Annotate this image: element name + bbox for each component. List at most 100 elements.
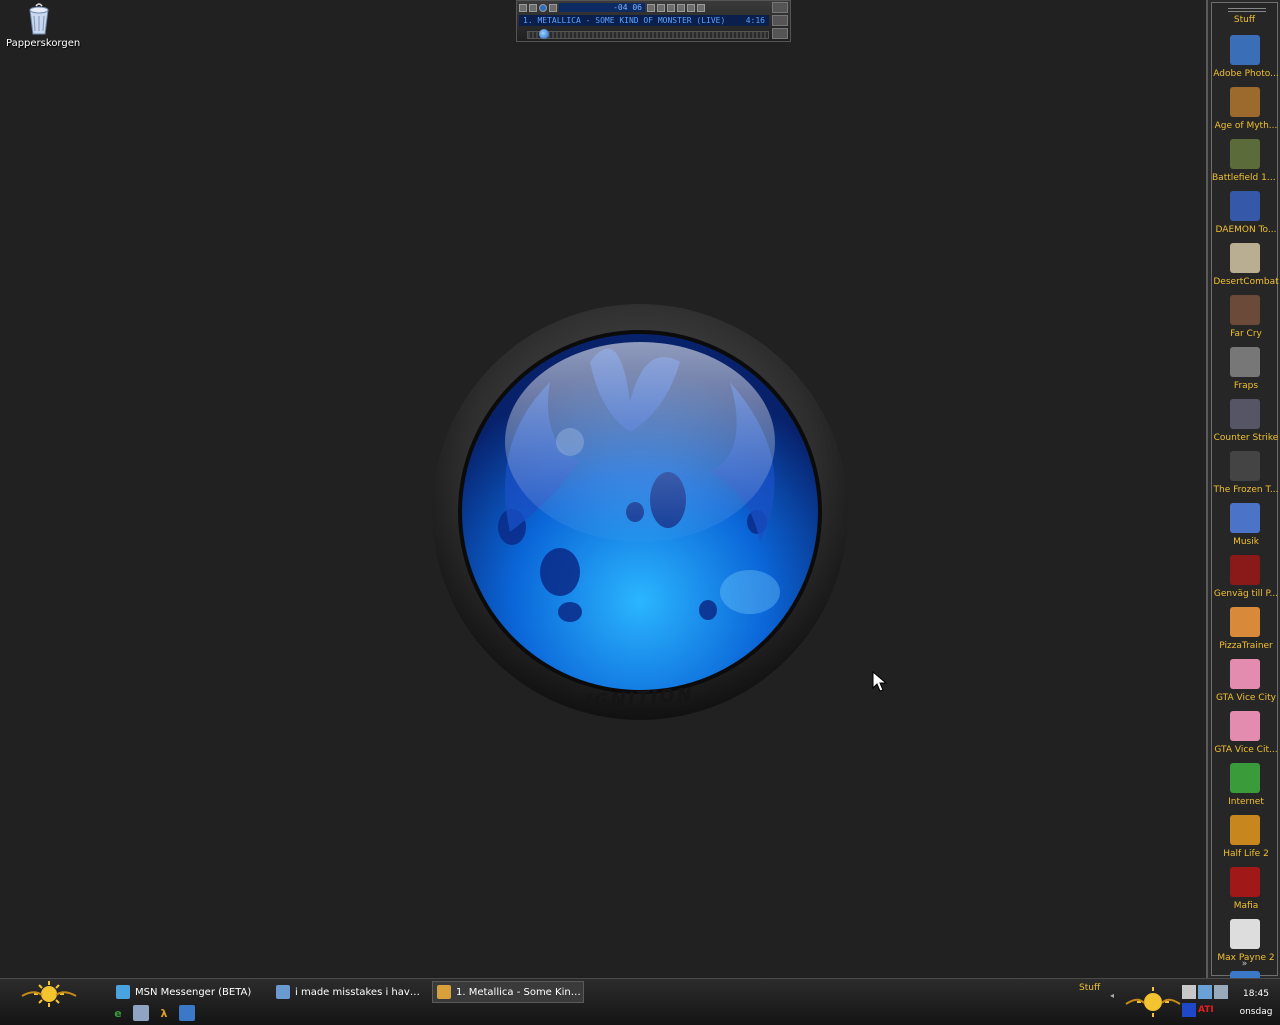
stuff-toolbar-title: Stuff — [1233, 15, 1256, 25]
winamp-eq-button[interactable] — [549, 3, 557, 12]
winamp-time-display: -04 06 — [559, 3, 645, 12]
age-of-mythology-icon — [1229, 87, 1260, 117]
recycle-bin[interactable]: Papperskorgen — [6, 2, 81, 49]
sun-logo-icon — [21, 981, 77, 1007]
dock-item[interactable]: DAEMON To... — [1212, 191, 1277, 241]
photoshop-icon — [1229, 35, 1260, 65]
play-tray-icon[interactable] — [1182, 1003, 1196, 1017]
show-desktop-icon[interactable] — [179, 1005, 195, 1021]
postal-icon — [1229, 555, 1260, 585]
start-button[interactable] — [20, 981, 78, 1007]
recycle-bin-quick-icon[interactable] — [133, 1005, 149, 1021]
winamp-player[interactable]: -04 06 1. METALLICA - SOME KIND OF MONST… — [516, 0, 791, 42]
winamp-seek-knob[interactable] — [539, 29, 549, 39]
system-tray: ATI — [1180, 983, 1230, 1023]
dock-item[interactable]: Genväg till P... — [1212, 555, 1279, 605]
dock-item[interactable]: Musik — [1212, 503, 1277, 553]
taskbar-button-label: 1. Metallica - Some Kind o... — [456, 986, 583, 998]
dock-item[interactable]: Battlefield 19... — [1212, 139, 1280, 189]
dock-item[interactable]: DesertCombat — [1212, 243, 1279, 293]
winamp-side-buttons — [772, 2, 788, 39]
taskbar-button-chat[interactable]: i made misstakes i have d... — [272, 981, 424, 1003]
quick-launch-bar: e λ — [110, 1005, 195, 1021]
internet-explorer-icon[interactable]: e — [110, 1005, 126, 1021]
recycle-bin-label: Papperskorgen — [6, 38, 81, 49]
stuff-toolbar: Stuff Adobe Photo... Age of Myth... Battle… — [1206, 0, 1280, 1001]
dock-item[interactable]: GTA Vice Cit... — [1212, 711, 1278, 761]
dock-item[interactable]: Half Life 2 — [1212, 815, 1277, 865]
dock-item-label: Mafia — [1233, 901, 1259, 911]
dock-item-label: Adobe Photo... — [1213, 69, 1279, 79]
fraps-icon — [1229, 347, 1260, 377]
ati-icon[interactable]: ATI — [1198, 1003, 1214, 1017]
taskbar-button-label: i made misstakes i have d... — [295, 986, 424, 998]
dock-item[interactable]: The Frozen T... — [1212, 451, 1278, 501]
dock-item[interactable]: Mafia — [1212, 867, 1277, 917]
messenger-tray-icon[interactable] — [1198, 985, 1212, 999]
taskbar-button-msn[interactable]: MSN Messenger (BETA) — [112, 981, 264, 1003]
pause-button[interactable] — [667, 3, 675, 12]
counter-strike-icon — [1229, 399, 1260, 429]
dock-item-label: Musik — [1233, 537, 1259, 547]
dock-item-label: Far Cry — [1230, 329, 1262, 339]
mafia-icon — [1229, 867, 1260, 897]
mouse-cursor-icon — [871, 670, 893, 697]
clock[interactable]: 18:45 onsdag — [1236, 985, 1276, 1021]
dock-item-label: GTA Vice Cit... — [1214, 745, 1278, 755]
winamp-track-title: 1. METALLICA - SOME KIND OF MONSTER (LIV… — [523, 16, 726, 25]
winamp-minimize-button[interactable] — [529, 3, 537, 12]
frozen-throne-icon — [1229, 451, 1260, 481]
eject-button[interactable] — [697, 3, 705, 12]
daemon-tools-icon — [1229, 191, 1260, 221]
tray-expand-icon[interactable]: ◂ — [1110, 991, 1114, 1000]
dock-item[interactable]: PizzaTrainer — [1212, 607, 1277, 657]
toolbar-more-chevron-icon[interactable]: » — [1212, 959, 1277, 969]
dock-item-label: Counter Strike — [1213, 433, 1279, 443]
ignition-logo: IGNITION — [430, 302, 850, 722]
clock-time: 18:45 — [1243, 989, 1269, 999]
winamp-close-button[interactable] — [772, 2, 788, 13]
dock-item[interactable]: GTA Vice City — [1212, 659, 1277, 709]
winamp-options-button[interactable] — [772, 28, 788, 39]
dock-item-label: Half Life 2 — [1223, 849, 1269, 859]
max-payne-2-icon — [1229, 919, 1260, 949]
dock-item-label: Fraps — [1233, 381, 1259, 391]
winamp-track-marquee: 1. METALLICA - SOME KIND OF MONSTER (LIV… — [519, 15, 769, 26]
folder-icon — [1229, 503, 1260, 533]
dock-item[interactable]: Counter Strike — [1212, 399, 1279, 449]
next-button[interactable] — [687, 3, 695, 12]
taskbar-button-winamp[interactable]: 1. Metallica - Some Kind o... — [432, 981, 584, 1003]
dock-item[interactable]: Fraps — [1212, 347, 1277, 397]
dock-item-label: Internet — [1228, 797, 1264, 807]
stuff-toolbar-items: Adobe Photo... Age of Myth... Battlefield … — [1212, 33, 1280, 1021]
msn-messenger-icon — [116, 985, 130, 999]
winamp-icon — [437, 985, 451, 999]
half-life-quick-icon[interactable]: λ — [156, 1005, 172, 1021]
toolbar-grip[interactable] — [1228, 8, 1266, 12]
dock-item-label: DAEMON To... — [1215, 225, 1277, 235]
play-button[interactable] — [657, 3, 665, 12]
dock-item-label: Battlefield 19... — [1212, 173, 1280, 183]
winamp-orb-icon — [539, 3, 547, 12]
internet-explorer-icon — [1229, 763, 1260, 793]
stuff-toolbar-label[interactable]: Stuff — [1079, 983, 1100, 993]
volume-icon[interactable] — [1214, 985, 1228, 999]
half-life-2-icon — [1229, 815, 1260, 845]
pizza-icon — [1229, 607, 1260, 637]
taskbar: MSN Messenger (BETA) i made misstakes i … — [0, 978, 1280, 1025]
dock-item[interactable]: Internet — [1212, 763, 1277, 813]
dock-item[interactable]: Adobe Photo... — [1212, 35, 1279, 85]
dock-item-label: Age of Myth... — [1214, 121, 1278, 131]
taskbar-button-label: MSN Messenger (BETA) — [135, 986, 252, 998]
winamp-shade-button[interactable] — [772, 15, 788, 26]
winamp-menu-button[interactable] — [519, 3, 527, 12]
desert-combat-icon — [1229, 243, 1260, 273]
stop-button[interactable] — [677, 3, 685, 12]
gta-vice-city-2-icon — [1229, 711, 1260, 741]
dock-item[interactable]: Far Cry — [1212, 295, 1277, 345]
winamp-seek-bar[interactable] — [527, 31, 769, 39]
previous-button[interactable] — [647, 3, 655, 12]
network-icon[interactable] — [1182, 985, 1196, 999]
dock-item[interactable]: Age of Myth... — [1212, 87, 1277, 137]
dock-item-label: Genväg till P... — [1213, 589, 1279, 599]
